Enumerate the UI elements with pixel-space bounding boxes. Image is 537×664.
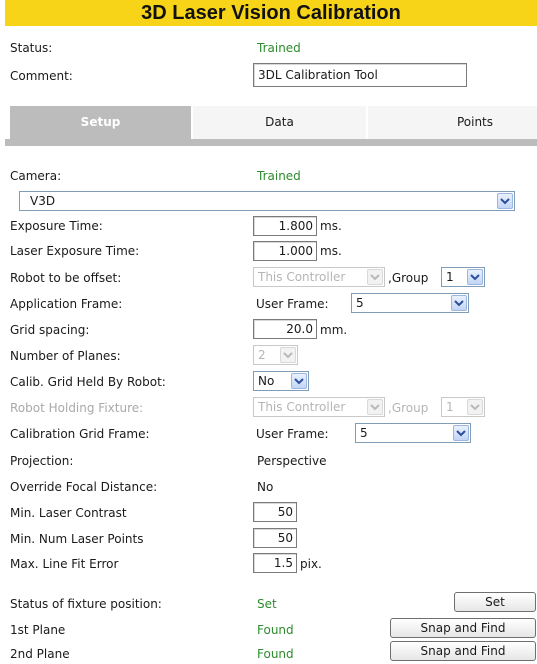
min-num-laser-points-label: Min. Num Laser Points [10,532,144,546]
chevron-down-icon[interactable] [467,269,483,285]
tab-setup[interactable]: Setup [10,106,191,139]
chevron-down-icon [280,347,296,363]
min-laser-contrast-field[interactable]: 50 [253,502,297,522]
status-label: Status: [10,41,53,55]
camera-label: Camera: [10,169,62,183]
plane1-status: Found [257,623,294,637]
chevron-down-icon[interactable] [453,425,469,441]
calib-grid-held-select[interactable]: No [253,371,309,391]
override-focal-label: Override Focal Distance: [10,480,158,494]
max-line-fit-error-field[interactable]: 1.5 [253,553,297,573]
status-value: Trained [257,41,301,55]
set-button[interactable]: Set [454,592,536,612]
exposure-time-label: Exposure Time: [10,219,103,233]
page-title: 3D Laser Vision Calibration [5,0,537,26]
max-line-fit-error-unit: pix. [300,557,322,571]
camera-status: Trained [257,169,301,183]
max-line-fit-error-label: Max. Line Fit Error [10,557,119,571]
tab-points[interactable]: Points [368,106,537,139]
robot-offset-group-select[interactable]: 1 [441,267,485,287]
laser-exposure-time-unit: ms. [320,244,342,258]
laser-exposure-time-label: Laser Exposure Time: [10,244,140,258]
robot-holding-group-label: ,Group [388,401,429,415]
application-frame-value: 5 [356,296,364,310]
tab-underline [5,139,537,146]
laser-exposure-time-field[interactable]: 1.000 [253,241,317,261]
chevron-down-icon[interactable] [291,373,307,389]
number-of-planes-value: 2 [258,348,266,362]
robot-holding-group-select[interactable]: 1 [441,397,485,417]
application-frame-type: User Frame: [256,297,329,311]
robot-offset-group-label: ,Group [388,271,429,285]
number-of-planes-select[interactable]: 2 [253,345,298,365]
comment-field[interactable]: 3DL Calibration Tool [253,63,467,87]
exposure-time-field[interactable]: 1.800 [253,216,317,236]
calib-grid-held-label: Calib. Grid Held By Robot: [10,375,166,389]
camera-select[interactable]: V3D [19,191,515,211]
chevron-down-icon[interactable] [497,193,513,209]
calibration-grid-frame-select[interactable]: 5 [355,423,471,443]
robot-offset-group-value: 1 [446,270,454,284]
chevron-down-icon [367,399,383,415]
tab-data[interactable]: Data [193,106,366,139]
projection-label: Projection: [10,454,74,468]
fixture-status-label: Status of fixture position: [10,597,162,611]
chevron-down-icon [367,269,383,285]
comment-label: Comment: [10,69,73,83]
override-focal-value: No [257,480,274,494]
application-frame-label: Application Frame: [10,297,123,311]
application-frame-select[interactable]: 5 [351,293,469,313]
robot-holding-group-value: 1 [446,400,454,414]
grid-spacing-field[interactable]: 20.0 [253,319,317,339]
chevron-down-icon[interactable] [451,295,467,311]
robot-offset-label: Robot to be offset: [10,271,122,285]
robot-offset-controller-value: This Controller [258,270,346,284]
exposure-time-unit: ms. [320,219,342,233]
plane1-label: 1st Plane [10,623,66,637]
camera-select-value: V3D [30,194,56,208]
min-num-laser-points-field[interactable]: 50 [253,528,297,548]
grid-spacing-unit: mm. [320,323,348,337]
min-laser-contrast-label: Min. Laser Contrast [10,506,127,520]
chevron-down-icon [467,399,483,415]
calibration-grid-frame-label: Calibration Grid Frame: [10,427,150,441]
projection-value: Perspective [257,454,327,468]
plane2-status: Found [257,647,294,661]
robot-holding-fixture-value: This Controller [258,400,346,414]
plane2-snap-and-find-button[interactable]: Snap and Find [390,641,536,661]
calib-grid-held-value: No [258,374,275,388]
plane2-label: 2nd Plane [10,647,70,661]
plane1-snap-and-find-button[interactable]: Snap and Find [390,618,536,638]
grid-spacing-label: Grid spacing: [10,323,90,337]
calibration-grid-frame-value: 5 [360,426,368,440]
fixture-status-value: Set [257,597,277,611]
robot-holding-fixture-select[interactable]: This Controller [253,397,385,417]
robot-offset-controller-select[interactable]: This Controller [253,267,385,287]
robot-holding-fixture-label: Robot Holding Fixture: [10,401,144,415]
calibration-grid-frame-type: User Frame: [256,427,329,441]
number-of-planes-label: Number of Planes: [10,349,121,363]
